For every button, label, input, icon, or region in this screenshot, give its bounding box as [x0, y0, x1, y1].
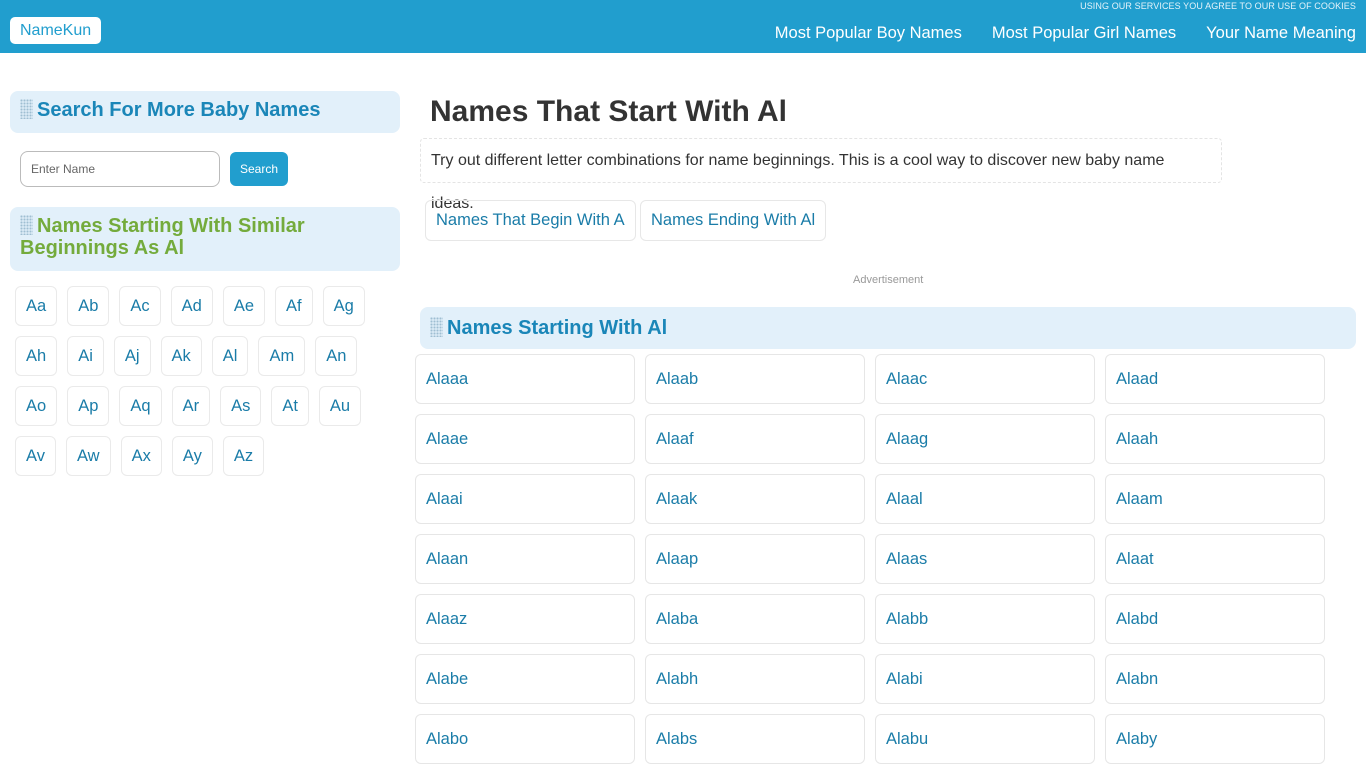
name-card[interactable]: Alaam	[1105, 474, 1325, 524]
name-card[interactable]: Alaan	[415, 534, 635, 584]
grip-icon	[430, 317, 443, 337]
name-card[interactable]: Alaag	[875, 414, 1095, 464]
advertisement-label: Advertisement	[853, 274, 924, 286]
names-ending-with-al-link[interactable]: Names Ending With Al	[640, 200, 827, 241]
letter-combination-grid: Aa Ab Ac Ad Ae Af Ag Ah Ai Aj Ak Al Am A…	[15, 286, 395, 486]
name-card[interactable]: Alabu	[875, 714, 1095, 764]
name-card[interactable]: Alabn	[1105, 654, 1325, 704]
name-card[interactable]: Alaap	[645, 534, 865, 584]
letter-row: Ao Ap Aq Ar As At Au	[15, 386, 395, 426]
letter-chip[interactable]: Ax	[120, 436, 162, 476]
search-heading: Search For More Baby Names	[10, 91, 400, 133]
similar-heading-text: Names Starting With Similar Beginnings A…	[20, 215, 305, 259]
letter-chip[interactable]: Ad	[170, 286, 213, 326]
letter-chip[interactable]: At	[271, 386, 309, 426]
letter-chip[interactable]: As	[220, 386, 262, 426]
name-card[interactable]: Alaby	[1105, 714, 1325, 764]
similar-beginnings-heading: Names Starting With Similar Beginnings A…	[10, 207, 400, 271]
name-card[interactable]: Alabo	[415, 714, 635, 764]
search-heading-text: Search For More Baby Names	[37, 99, 321, 121]
name-card[interactable]: Alaai	[415, 474, 635, 524]
name-card[interactable]: Alaba	[645, 594, 865, 644]
page-title: Names That Start With Al	[430, 95, 787, 128]
letter-chip[interactable]: Af	[275, 286, 313, 326]
name-card[interactable]: Alabe	[415, 654, 635, 704]
name-card[interactable]: Alabi	[875, 654, 1095, 704]
name-card[interactable]: Alaae	[415, 414, 635, 464]
top-bar: USING OUR SERVICES YOU AGREE TO OUR USE …	[0, 0, 1366, 53]
grip-icon	[20, 215, 33, 235]
name-card[interactable]: Alaad	[1105, 354, 1325, 404]
name-card[interactable]: Alaat	[1105, 534, 1325, 584]
name-card[interactable]: Alaaa	[415, 354, 635, 404]
intro-text: Try out different letter combinations fo…	[420, 138, 1222, 212]
nav-popular-girl-names[interactable]: Most Popular Girl Names	[992, 24, 1176, 43]
letter-chip[interactable]: Ah	[15, 336, 58, 376]
letter-chip[interactable]: Ac	[119, 286, 161, 326]
name-card[interactable]: Alabb	[875, 594, 1095, 644]
letter-chip[interactable]: Aa	[15, 286, 58, 326]
grip-icon	[20, 99, 33, 119]
letter-chip[interactable]: Ak	[160, 336, 202, 376]
name-card[interactable]: Alaaf	[645, 414, 865, 464]
letter-chip[interactable]: Aj	[113, 336, 151, 376]
name-card[interactable]: Alaaz	[415, 594, 635, 644]
name-card[interactable]: Alabh	[645, 654, 865, 704]
nav-name-meaning[interactable]: Your Name Meaning	[1206, 24, 1356, 43]
name-card[interactable]: Alaab	[645, 354, 865, 404]
site-logo[interactable]: NameKun	[10, 17, 102, 44]
letter-chip[interactable]: Ag	[322, 286, 365, 326]
name-card[interactable]: Alaah	[1105, 414, 1325, 464]
letter-chip[interactable]: Ae	[222, 286, 266, 326]
letter-chip[interactable]: Ao	[15, 386, 58, 426]
names-list-heading: Names Starting With Al	[420, 307, 1356, 349]
nav-popular-boy-names[interactable]: Most Popular Boy Names	[775, 24, 962, 43]
search-button[interactable]: Search	[230, 152, 288, 186]
letter-chip[interactable]: Ai	[67, 336, 104, 376]
letter-chip[interactable]: Ab	[67, 286, 110, 326]
letter-row: Ah Ai Aj Ak Al Am An	[15, 336, 395, 376]
name-card[interactable]: Alaac	[875, 354, 1095, 404]
letter-chip[interactable]: Az	[222, 436, 265, 476]
letter-chip[interactable]: Av	[15, 436, 56, 476]
letter-chip[interactable]: Ar	[171, 386, 211, 426]
search-input[interactable]	[20, 151, 220, 187]
names-begin-with-a-link[interactable]: Names That Begin With A	[425, 200, 636, 241]
letter-chip[interactable]: Ay	[171, 436, 213, 476]
name-card[interactable]: Alabd	[1105, 594, 1325, 644]
letter-chip[interactable]: Aq	[119, 386, 162, 426]
main-nav: Most Popular Boy Names Most Popular Girl…	[775, 24, 1356, 43]
name-card[interactable]: Alaal	[875, 474, 1095, 524]
letter-chip[interactable]: An	[315, 336, 358, 376]
cookie-notice: USING OUR SERVICES YOU AGREE TO OUR USE …	[1080, 1, 1356, 11]
letter-chip[interactable]: Al	[211, 336, 249, 376]
name-card[interactable]: Alaak	[645, 474, 865, 524]
letter-row: Aa Ab Ac Ad Ae Af Ag	[15, 286, 395, 326]
letter-chip[interactable]: Aw	[65, 436, 111, 476]
name-card[interactable]: Alabs	[645, 714, 865, 764]
letter-chip[interactable]: Ap	[67, 386, 110, 426]
letter-chip[interactable]: Au	[318, 386, 362, 426]
name-card[interactable]: Alaas	[875, 534, 1095, 584]
letter-row: Av Aw Ax Ay Az	[15, 436, 395, 476]
letter-chip[interactable]: Am	[258, 336, 306, 376]
names-list-heading-text: Names Starting With Al	[447, 317, 668, 339]
